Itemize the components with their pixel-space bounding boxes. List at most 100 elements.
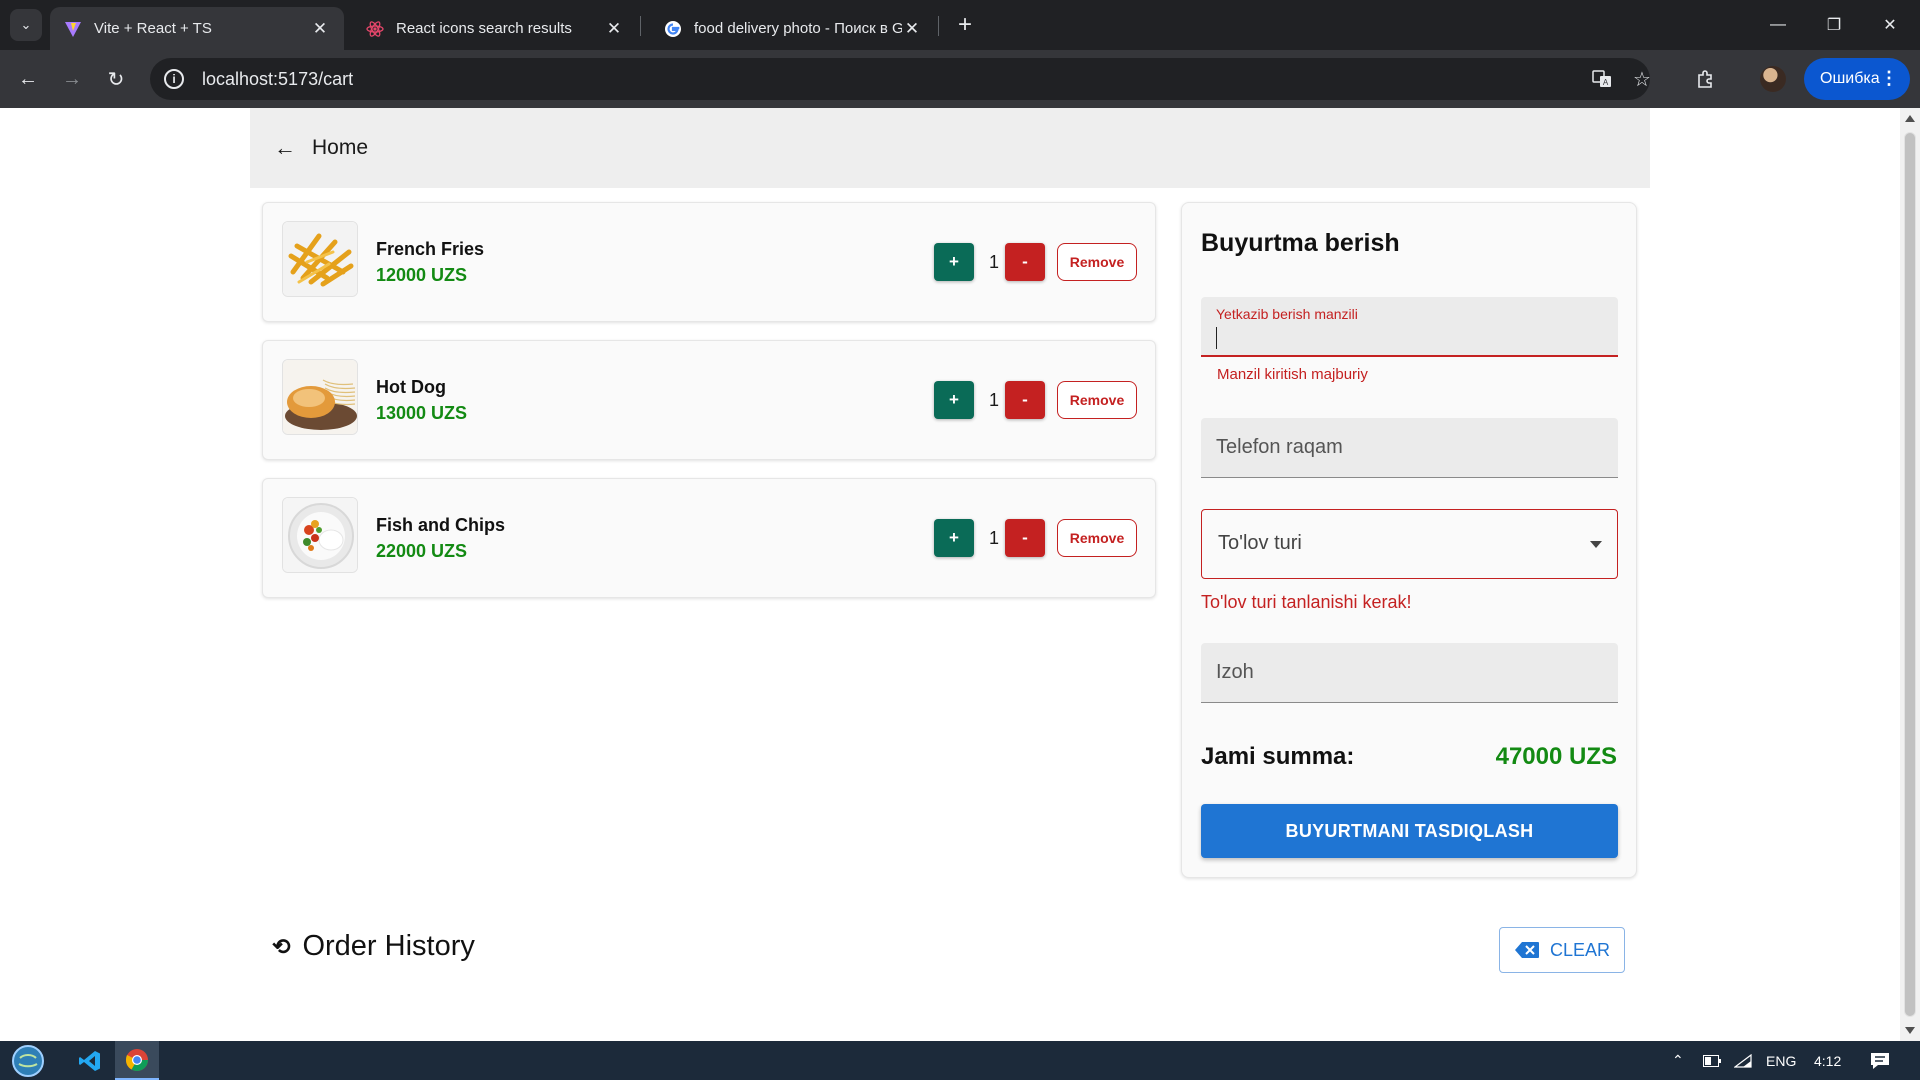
history-icon: ⟲ [272,933,291,959]
start-button[interactable] [8,1041,48,1080]
cart-item: Hot Dog 13000 UZS + 1 - Remove [262,340,1156,460]
item-quantity: 1 [988,251,999,272]
os-taskbar: ⌃ ENG 4:12 [0,1041,1920,1080]
page-scrollbar[interactable] [1900,108,1920,1041]
item-price: 22000 UZS [376,541,468,561]
remove-item-button[interactable]: Remove [1057,243,1137,281]
site-info-icon[interactable]: i [164,69,184,89]
increase-qty-button[interactable]: + [934,243,974,281]
item-name: Fish and Chips [376,515,506,535]
note-field[interactable]: Izoh [1201,643,1618,703]
arrow-left-icon: ← [274,135,296,160]
payment-error-text: To'lov turi tanlanishi kerak! [1201,592,1412,612]
tab-vite[interactable]: Vite + React + TS ✕ [50,7,344,50]
svg-text:A: A [1603,78,1609,87]
minimize-icon[interactable]: — [1750,0,1806,50]
browser-toolbar: ← → ↻ i localhost:5173/cart A ☆ Ошибка ⋮ [0,50,1920,108]
cart-item: Fish and Chips 22000 UZS + 1 - Remove [262,478,1156,598]
order-history-title: Order History [302,930,475,962]
show-hidden-icons[interactable]: ⌃ [1672,1041,1684,1080]
item-price: 12000 UZS [376,265,468,285]
scroll-down-icon[interactable] [1905,1027,1915,1034]
hot-dog-image [282,359,358,435]
profile-error-label: Ошибка [1820,70,1880,87]
extensions-icon[interactable] [1690,63,1722,95]
tab-separator [640,16,641,36]
scroll-up-icon[interactable] [1905,115,1915,122]
dropdown-arrow-icon [1590,541,1602,548]
close-tab-icon[interactable]: ✕ [604,19,624,39]
tab-title: food delivery photo - Поиск в Google [694,20,902,37]
page-viewport: ← Home French Fries 12000 UZS + 1 - Remo… [0,108,1900,1041]
note-placeholder: Izoh [1216,661,1254,683]
decrease-qty-button[interactable]: - [1005,519,1045,557]
browser-tab-bar: ⌄ Vite + React + TS ✕ React icons search… [0,0,1920,50]
address-field[interactable]: Yetkazib berish manzili [1201,297,1618,357]
page-header: ← Home [250,108,1650,188]
remove-item-button[interactable]: Remove [1057,519,1137,557]
language-indicator[interactable]: ENG [1766,1041,1796,1080]
tab-title: Vite + React + TS [94,20,212,37]
close-tab-icon[interactable]: ✕ [310,19,330,39]
reload-icon[interactable]: ↻ [100,63,132,95]
address-field-label: Yetkazib berish manzili [1216,306,1358,322]
close-window-icon[interactable]: ✕ [1862,0,1918,50]
increase-qty-button[interactable]: + [934,519,974,557]
tab-separator [938,16,939,36]
react-icon [366,20,384,38]
cart-item: French Fries 12000 UZS + 1 - Remove [262,202,1156,322]
order-form-title: Buyurtma berish [1201,229,1400,257]
confirm-order-button[interactable]: BUYURTMANI TASDIQLASH [1201,804,1618,858]
bookmark-star-icon[interactable]: ☆ [1630,67,1654,91]
chrome-taskbar-icon[interactable] [115,1041,159,1080]
url-text: localhost:5173/cart [202,68,354,89]
increase-qty-button[interactable]: + [934,381,974,419]
google-icon [664,20,682,38]
item-name: Hot Dog [376,377,446,397]
address-bar[interactable]: i localhost:5173/cart A ☆ [150,58,1651,100]
home-link[interactable]: ← Home [274,135,368,161]
backspace-icon [1514,941,1540,959]
total-value: 47000 UZS [1495,743,1617,770]
chevron-down-icon: ⌄ [20,17,32,32]
total-label: Jami summa: [1201,743,1355,770]
tab-react-icons[interactable]: React icons search results ✕ [352,7,638,50]
vscode-icon[interactable] [68,1041,112,1080]
profile-error-button[interactable]: Ошибка ⋮ [1804,58,1910,100]
item-name: French Fries [376,239,485,259]
notifications-icon[interactable] [1870,1041,1890,1080]
close-tab-icon[interactable]: ✕ [902,19,922,39]
remove-item-button[interactable]: Remove [1057,381,1137,419]
french-fries-image [282,221,358,297]
phone-placeholder: Telefon raqam [1216,436,1343,458]
translate-icon[interactable]: A [1590,67,1614,91]
tab-search-button[interactable]: ⌄ [10,9,42,41]
item-quantity: 1 [988,527,999,548]
wifi-icon[interactable] [1734,1041,1752,1080]
address-error-text: Manzil kiritish majburiy [1217,366,1368,383]
order-form-card: Buyurtma berish Yetkazib berish manzili … [1181,202,1637,878]
decrease-qty-button[interactable]: - [1005,381,1045,419]
forward-icon[interactable]: → [56,63,88,95]
menu-dots-icon: ⋮ [1880,68,1898,88]
tab-google-search[interactable]: food delivery photo - Поиск в Google ✕ [650,7,936,50]
payment-type-select[interactable]: To'lov turi [1201,509,1618,579]
home-label: Home [312,136,369,159]
restore-icon[interactable]: ❐ [1806,0,1862,50]
new-tab-button[interactable]: + [950,10,980,40]
tab-title: React icons search results [396,20,572,37]
back-icon[interactable]: ← [12,63,44,95]
fish-and-chips-image [282,497,358,573]
vite-icon [64,20,82,38]
battery-icon[interactable] [1703,1041,1721,1080]
text-caret [1216,327,1217,349]
profile-avatar[interactable] [1760,66,1786,92]
clock[interactable]: 4:12 [1814,1041,1841,1080]
clear-label: CLEAR [1549,939,1611,960]
item-price: 13000 UZS [376,403,468,423]
phone-field[interactable]: Telefon raqam [1201,418,1618,478]
decrease-qty-button[interactable]: - [1005,243,1045,281]
scroll-thumb[interactable] [1904,132,1916,1017]
payment-type-placeholder: To'lov turi [1218,532,1302,554]
clear-history-button[interactable]: CLEAR [1499,927,1625,973]
